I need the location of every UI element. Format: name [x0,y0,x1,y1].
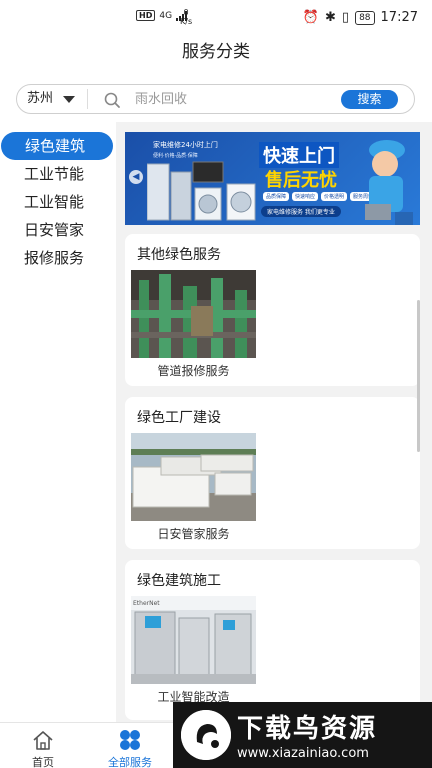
service-card: 绿色工厂建设 日安管家服务 [125,397,420,549]
svg-text:EtherNet: EtherNet [133,600,160,607]
sidebar-item-industrial-smart[interactable]: 工业智能 [0,188,116,216]
banner-small-text: 家电维修24小时上门 [153,141,218,149]
watermark-logo-icon [181,710,231,760]
city-selector[interactable]: 苏州 [27,85,53,113]
network-speed-value: 0 [183,8,189,17]
card-title: 其他绿色服务 [137,247,221,263]
tab-home[interactable]: 首页 [0,723,88,768]
service-card: 其他绿色服务 管道报修服务 [125,234,420,386]
tab-label: 首页 [32,756,54,768]
grid-icon [120,730,140,750]
service-card: 绿色建筑施工 EtherNet 工业智能改造 [125,560,420,720]
watermark-overlay: 下载鸟资源 www.xiazainiao.com [173,702,432,768]
banner-pill: 家电维修服务 我们更专业 [261,206,341,217]
search-bar: 苏州 搜索 [16,84,415,114]
tab-all-services[interactable]: 全部服务 [85,723,175,768]
hd-badge: HD [136,10,156,21]
card-title: 绿色建筑施工 [137,573,221,589]
service-image-containers[interactable] [131,433,256,521]
banner-title-line1: 快速上门 [259,142,339,168]
sidebar-item-repair[interactable]: 报修服务 [0,244,116,272]
banner-tag: 快速响应 [292,192,319,201]
promo-banner[interactable]: ◀ 家电维修24小时上门 便利·价格·品质·保障 快速上门 售后无忧 品质保障 … [125,132,420,225]
scrollbar[interactable] [417,300,420,452]
sidebar-item-industrial-energy[interactable]: 工业节能 [0,160,116,188]
alarm-icon: ⏰ [302,10,320,25]
bluetooth-icon: ✱ [325,10,336,25]
watermark-url: www.xiazainiao.com [237,746,369,761]
appliances-image [147,161,256,221]
service-image-pipes[interactable] [131,270,256,358]
sidebar-item-green-building[interactable]: 绿色建筑 [1,132,113,160]
card-title: 绿色工厂建设 [137,410,221,426]
home-icon [33,731,53,750]
service-image-lab[interactable]: EtherNet [131,596,256,684]
category-content: ◀ 家电维修24小时上门 便利·价格·品质·保障 快速上门 售后无忧 品质保障 … [116,122,432,722]
clock: 17:27 [380,10,418,25]
category-sidebar: 绿色建筑 工业节能 工业智能 日安管家 报修服务 [0,122,116,722]
banner-tag: 品质保障 [263,192,290,201]
service-caption[interactable]: 管道报修服务 [131,362,256,379]
divider [87,89,88,109]
network-speed: 0 K/s [180,8,192,26]
sidebar-item-rian-steward[interactable]: 日安管家 [0,216,116,244]
search-icon [104,92,120,108]
search-button[interactable]: 搜索 [341,90,398,109]
watermark-title: 下载鸟资源 [237,714,378,744]
caret-down-icon[interactable] [63,96,75,103]
battery-icon: 88 [355,10,375,25]
tab-label: 全部服务 [108,756,152,768]
network-type: 4G [159,10,173,21]
banner-prev-icon[interactable]: ◀ [129,170,143,184]
page-title: 服务分类 [182,42,250,62]
banner-title-line2: 售后无忧 [265,170,337,191]
network-speed-unit: K/s [180,17,193,26]
service-caption[interactable]: 日安管家服务 [131,525,256,542]
banner-tiny-text: 便利·价格·品质·保障 [153,153,198,159]
search-input[interactable] [135,89,335,109]
vibrate-icon: ▯ [341,10,350,25]
banner-tag: 价格透明 [321,192,348,201]
status-right-indicators: ⏰ ✱ ▯ 88 17:27 [303,10,418,25]
status-bar: HD 4G 0 K/s ⏰ ✱ ▯ 88 17:27 [0,0,432,36]
repairman-illustration [365,140,413,225]
